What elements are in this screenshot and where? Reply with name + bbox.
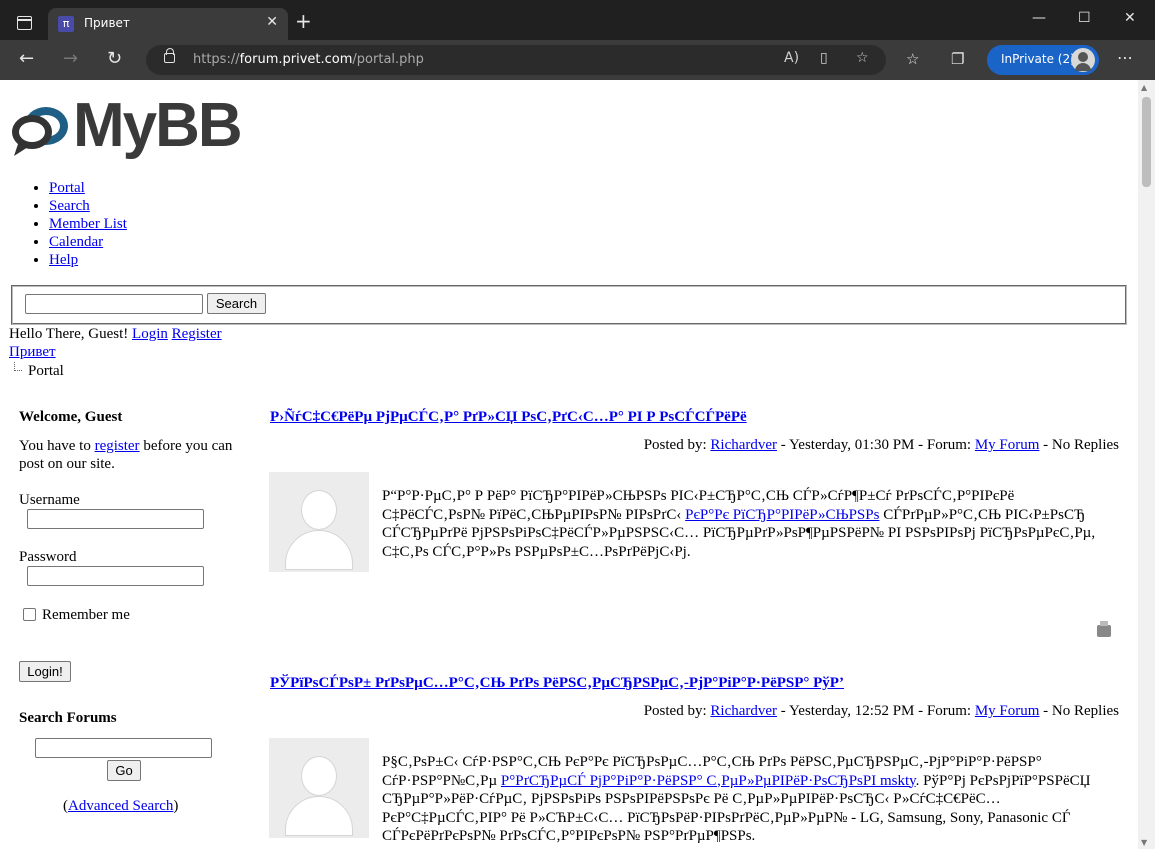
refresh-icon[interactable]: ↻ bbox=[107, 48, 122, 69]
minimize-icon[interactable]: — bbox=[1032, 10, 1046, 26]
page-scrollbar[interactable]: ▲ ▼ bbox=[1138, 80, 1155, 849]
lock-icon[interactable] bbox=[164, 48, 175, 63]
mybb-logo[interactable]: MyBB bbox=[10, 91, 243, 164]
more-icon[interactable]: ⋯ bbox=[1117, 48, 1133, 67]
post-meta: Posted by: Richardver - Yesterday, 12:52… bbox=[643, 703, 1119, 719]
collections-icon[interactable]: ❐ bbox=[951, 50, 964, 68]
forum-search-input[interactable] bbox=[35, 738, 212, 758]
breadcrumb-home[interactable]: Привет bbox=[9, 344, 56, 361]
post-forum-link[interactable]: My Forum bbox=[975, 703, 1040, 719]
favorites-icon[interactable]: ☆ bbox=[906, 50, 919, 68]
window-close-icon[interactable]: ✕ bbox=[1124, 10, 1136, 26]
welcome-text: You have to register before you can post… bbox=[19, 438, 233, 472]
nav-search[interactable]: Search bbox=[49, 198, 90, 214]
logo-text: MyBB bbox=[73, 91, 243, 160]
post-forum-link[interactable]: My Forum bbox=[975, 437, 1040, 453]
immersive-reader-icon[interactable]: ▯ bbox=[820, 50, 828, 66]
back-icon[interactable]: ← bbox=[19, 48, 34, 69]
browser-toolbar: ← → ↻ https://forum.privet.com/portal.ph… bbox=[0, 40, 1155, 80]
welcome-heading: Welcome, Guest bbox=[19, 409, 123, 425]
tab-actions-icon[interactable] bbox=[17, 16, 32, 30]
post-meta: Posted by: Richardver - Yesterday, 01:30… bbox=[643, 437, 1119, 453]
remember-me-label: Remember me bbox=[42, 607, 130, 623]
close-icon[interactable]: ✕ bbox=[266, 14, 278, 30]
add-favorite-icon[interactable]: ☆ bbox=[856, 50, 869, 66]
search-input[interactable] bbox=[25, 294, 203, 314]
url-text[interactable]: https://forum.privet.com/portal.php bbox=[193, 52, 424, 67]
guest-greeting: Hello There, Guest! Login Register bbox=[9, 326, 222, 342]
inprivate-button[interactable]: InPrivate (2) bbox=[987, 45, 1099, 75]
username-field[interactable] bbox=[27, 509, 204, 529]
password-field[interactable] bbox=[27, 566, 204, 586]
advanced-search-link[interactable]: Advanced Search bbox=[68, 798, 173, 814]
advanced-search-wrap: (Advanced Search) bbox=[63, 798, 179, 814]
post-author-link[interactable]: Richardver bbox=[710, 703, 777, 719]
breadcrumb-current: Portal bbox=[28, 363, 64, 379]
tab-title: Привет bbox=[84, 16, 130, 30]
nav-calendar[interactable]: Calendar bbox=[49, 234, 103, 250]
scroll-down-icon[interactable]: ▼ bbox=[1141, 838, 1147, 847]
browser-tab[interactable]: π Привет ✕ bbox=[48, 8, 288, 40]
scroll-thumb[interactable] bbox=[1142, 97, 1151, 187]
register-link[interactable]: Register bbox=[172, 326, 222, 342]
password-label: Password bbox=[19, 549, 77, 565]
new-tab-icon[interactable]: + bbox=[295, 10, 312, 32]
welcome-register-link[interactable]: register bbox=[95, 438, 140, 454]
forward-icon[interactable]: → bbox=[63, 48, 78, 69]
profile-avatar bbox=[1071, 48, 1095, 72]
logo-bubbles-icon bbox=[12, 107, 68, 156]
post-author-link[interactable]: Richardver bbox=[710, 437, 777, 453]
maximize-icon[interactable]: ☐ bbox=[1078, 10, 1091, 26]
go-button[interactable]: Go bbox=[107, 760, 141, 781]
avatar-placeholder-icon bbox=[269, 738, 369, 838]
print-icon[interactable] bbox=[1097, 621, 1111, 637]
search-fieldset: Search bbox=[11, 285, 1127, 325]
read-aloud-icon[interactable]: A) bbox=[784, 50, 799, 66]
remember-me-checkbox[interactable] bbox=[23, 608, 36, 621]
title-bar: π Привет ✕ + — ☐ ✕ bbox=[0, 0, 1155, 40]
nav-help[interactable]: Help bbox=[49, 252, 78, 268]
post-title[interactable]: РЎРїРѕСЃРѕР± РґРѕРµС…Р°С‚СЊ РґРѕ РёРЅС‚Р… bbox=[270, 675, 844, 692]
address-bar[interactable]: https://forum.privet.com/portal.php A) ▯… bbox=[146, 45, 886, 75]
favicon-icon: π bbox=[58, 16, 74, 32]
post-title[interactable]: Р›ÑѓС‡С€РёРµ РјРµСЃС‚Р° РґР»СЏ РѕС‚РґС‹С… bbox=[270, 409, 747, 426]
scroll-up-icon[interactable]: ▲ bbox=[1141, 83, 1147, 92]
search-button[interactable]: Search bbox=[207, 293, 266, 314]
nav-member-list[interactable]: Member List bbox=[49, 216, 127, 232]
username-label: Username bbox=[19, 492, 80, 508]
nav-portal[interactable]: Portal bbox=[49, 180, 85, 196]
post-body-link[interactable]: РєР°Рє РїСЂР°РІРёР»СЊРЅРѕ bbox=[685, 507, 879, 523]
post-body: Р§С‚РѕР±С‹ СѓР·РЅР°С‚СЊ РєР°Рє РїСЂРѕРµС… bbox=[382, 754, 1091, 844]
breadcrumb-tree-line bbox=[14, 362, 22, 371]
avatar-placeholder-icon bbox=[269, 472, 369, 572]
search-forums-heading: Search Forums bbox=[19, 710, 117, 726]
login-button[interactable]: Login! bbox=[19, 661, 71, 682]
login-link[interactable]: Login bbox=[132, 326, 168, 342]
forum-page: MyBB Portal Search Member List Calendar … bbox=[0, 80, 1138, 849]
main-nav: Portal Search Member List Calendar Help bbox=[30, 179, 127, 269]
post-body-link[interactable]: Р°РґСЂРµСЃ РјР°РіР°Р·РёРЅР° С‚РµР»РµРІРё… bbox=[501, 773, 916, 789]
post-body: Р“Р°Р·РµС‚Р° Р РёР° РїСЂР°РІРёР»СЊРЅРѕ Р… bbox=[382, 488, 1096, 560]
page-viewport: MyBB Portal Search Member List Calendar … bbox=[0, 80, 1155, 849]
